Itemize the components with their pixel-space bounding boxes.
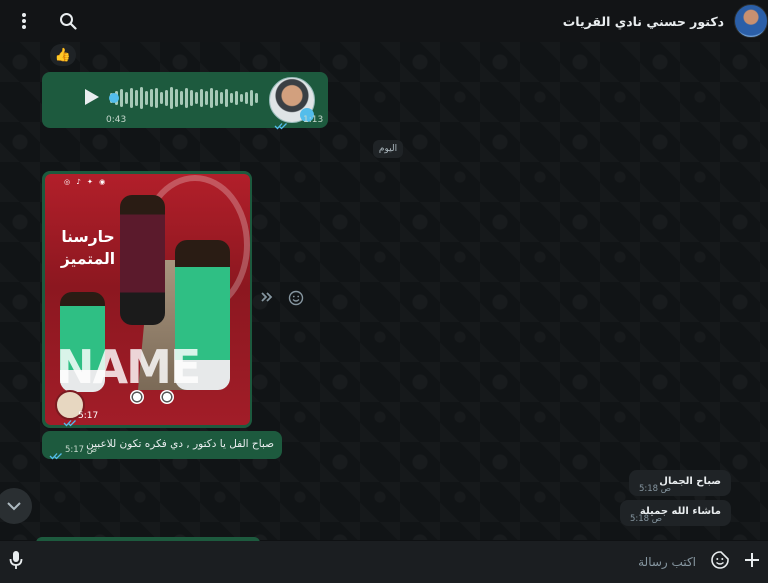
poster-title: حارسنا المتميز xyxy=(53,226,123,270)
goalkeeper-figure xyxy=(120,195,165,325)
poster-watermark: NAME xyxy=(56,340,201,394)
chevron-down-icon xyxy=(7,501,21,510)
message-time: 5:18 ص xyxy=(630,514,663,524)
plus-icon[interactable] xyxy=(744,552,760,572)
voice-time: 1:13 xyxy=(303,115,324,125)
message-input-wrap xyxy=(38,550,730,574)
reaction-thumbs-up[interactable]: 👍 xyxy=(50,44,76,66)
message-time: 5:17 ص xyxy=(65,445,98,455)
message-actions xyxy=(260,290,304,310)
message-composer xyxy=(0,541,768,583)
image-time: 5:17 xyxy=(78,411,99,421)
kebab-menu-icon[interactable] xyxy=(12,9,36,33)
voice-duration: 0:43 xyxy=(106,115,127,125)
poster-title-line: المتميز xyxy=(60,250,116,268)
double-check-icon xyxy=(63,412,77,431)
play-icon[interactable] xyxy=(84,88,100,110)
message-input[interactable] xyxy=(56,555,696,569)
forward-icon[interactable] xyxy=(260,290,276,310)
chat-header: دكتور حسني نادي القريات xyxy=(0,0,768,42)
social-icons: ◎ ♪ ✦ ◉ xyxy=(64,178,108,186)
message-time: 5:18 ص xyxy=(639,484,672,494)
contact-avatar[interactable] xyxy=(734,4,768,38)
contact-name[interactable]: دكتور حسني نادي القريات xyxy=(563,14,724,29)
sticker-icon[interactable] xyxy=(710,550,730,574)
header-actions xyxy=(8,9,80,33)
double-check-icon xyxy=(49,445,63,464)
message-text: صباح الفل يا دكتور , دي فكره تكون للاعبي… xyxy=(86,438,274,450)
incoming-message[interactable]: ماشاء الله جميلة 5:18 ص xyxy=(620,500,731,526)
search-icon[interactable] xyxy=(56,9,80,33)
voice-waveform[interactable] xyxy=(110,87,258,109)
playback-position-dot[interactable] xyxy=(109,93,119,103)
emoji-reaction-icon[interactable] xyxy=(288,290,304,310)
double-check-icon xyxy=(274,115,288,134)
microphone-icon[interactable] xyxy=(8,550,24,574)
incoming-message[interactable]: صباح الجمال 5:18 ص xyxy=(629,470,731,496)
date-separator: اليوم xyxy=(373,140,403,158)
thumbs-up-icon: 👍 xyxy=(54,47,72,63)
contact-info[interactable]: دكتور حسني نادي القريات xyxy=(563,4,768,38)
poster-title-line: حارسنا xyxy=(61,228,115,246)
